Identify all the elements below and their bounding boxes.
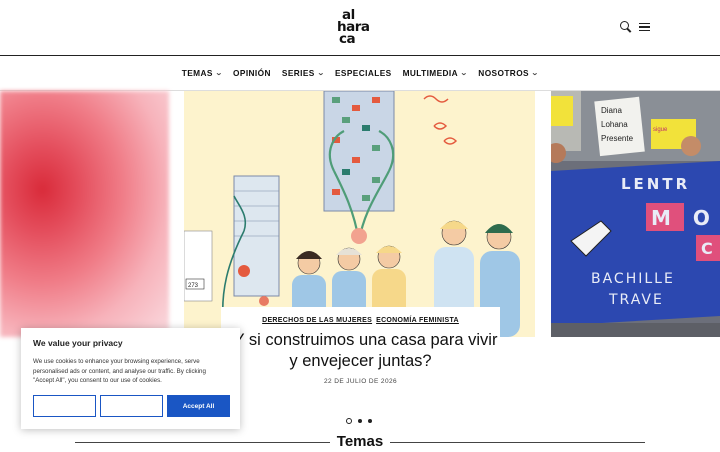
search-icon[interactable] [620, 21, 632, 33]
nav-label: OPINIÓN [233, 68, 271, 78]
cookie-consent-banner: We value your privacy We use cookies to … [21, 328, 240, 429]
svg-text:C: C [701, 239, 713, 258]
chevron-down-icon: ⌄ [531, 70, 540, 77]
main-nav: TEMAS ⌄ OPINIÓN SERIES ⌄ ESPECIALES MULT… [0, 56, 720, 91]
slide-image-next[interactable]: Diana Lohana Presente sigue LENTR MO C B… [551, 91, 720, 337]
nav-label: NOSOTROS [478, 68, 529, 78]
protest-sign-text: Diana [601, 106, 622, 115]
svg-text:Lohana: Lohana [601, 120, 628, 129]
cookie-customize-button[interactable] [33, 395, 96, 417]
cookie-accept-all-button[interactable]: Accept All [167, 395, 230, 417]
nav-label: ESPECIALES [335, 68, 392, 78]
nav-item-series[interactable]: SERIES ⌄ [281, 68, 325, 78]
category-links: DERECHOS DE LAS MUJERES ECONOMÍA FEMINIST… [221, 317, 500, 324]
nav-item-opinion[interactable]: OPINIÓN [233, 68, 271, 78]
chevron-down-icon: ⌄ [214, 70, 223, 77]
hamburger-menu-icon[interactable] [639, 22, 650, 32]
nav-item-multimedia[interactable]: MULTIMEDIA ⌄ [403, 68, 468, 78]
chevron-down-icon: ⌄ [316, 70, 325, 77]
slider-dot-2[interactable] [358, 419, 362, 423]
nav-label: SERIES [281, 68, 315, 78]
slider-dot-3[interactable] [368, 419, 372, 423]
slide-image-featured[interactable]: 273 [184, 91, 535, 337]
svg-text:MO: MO [651, 206, 720, 230]
nav-item-especiales[interactable]: ESPECIALES [335, 68, 392, 78]
cookie-text: We use cookies to enhance your browsing … [33, 358, 206, 384]
section-heading: Temas [75, 432, 645, 452]
svg-text:TRAVE: TRAVE [608, 292, 664, 308]
chevron-down-icon: ⌄ [460, 70, 469, 77]
nav-item-temas[interactable]: TEMAS ⌄ [181, 68, 223, 78]
featured-headline[interactable]: ¿Y si construimos una casa para vivir y … [221, 330, 500, 372]
header-icons [620, 21, 650, 33]
svg-text:LENTR: LENTR [621, 175, 690, 193]
featured-date: 22 DE JULIO DE 2026 [324, 378, 397, 385]
cookie-buttons: Accept All [33, 395, 230, 417]
nav-item-nosotros[interactable]: NOSOTROS ⌄ [478, 68, 538, 78]
nav-label: MULTIMEDIA [402, 68, 459, 78]
category-link-derechos[interactable]: DERECHOS DE LAS MUJERES [262, 317, 372, 324]
featured-illustration: 273 [184, 91, 535, 337]
svg-text:Presente: Presente [601, 134, 634, 143]
slider-dot-1[interactable] [346, 418, 352, 424]
cookie-reject-button[interactable] [100, 395, 163, 417]
slider-pagination [346, 418, 372, 424]
svg-text:sigue: sigue [653, 127, 668, 133]
featured-caption: DERECHOS DE LAS MUJERES ECONOMÍA FEMINIST… [221, 307, 500, 397]
illustration-sign-text: 273 [188, 283, 199, 289]
svg-text:BACHILLE: BACHILLE [591, 271, 675, 287]
cookie-title: We value your privacy [33, 338, 123, 348]
nav-label: TEMAS [181, 68, 213, 78]
category-link-economia[interactable]: ECONOMÍA FEMINISTA [376, 317, 459, 324]
divider-right [390, 442, 645, 443]
site-header: al hara ca [0, 0, 720, 56]
protest-photo: Diana Lohana Presente sigue LENTR MO C B… [551, 91, 720, 337]
slide-image-previous[interactable] [0, 91, 169, 337]
site-logo[interactable]: al hara ca [337, 8, 383, 46]
